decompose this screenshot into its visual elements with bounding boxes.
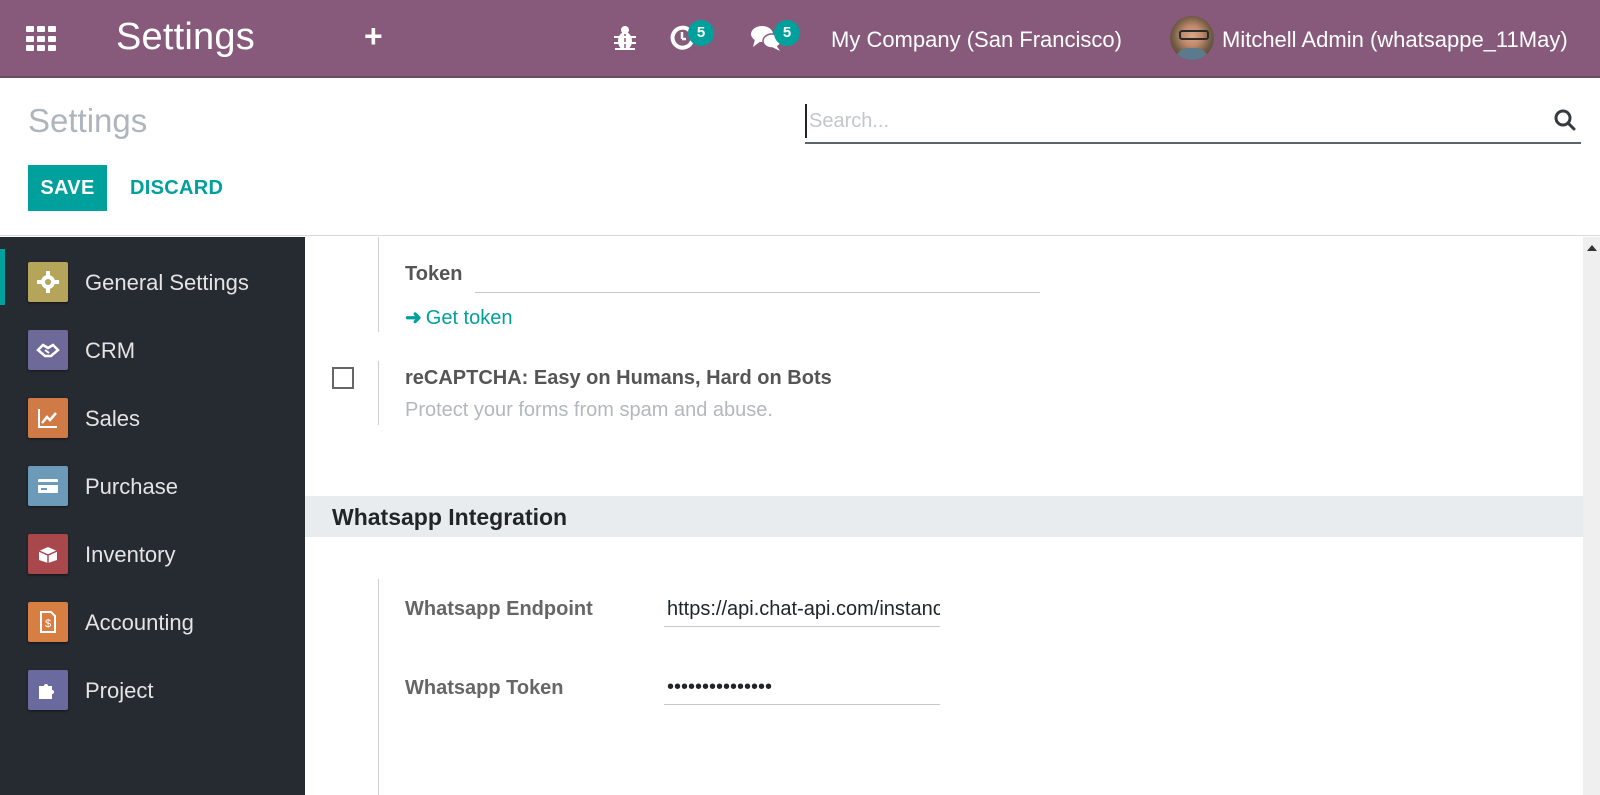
user-avatar[interactable] bbox=[1170, 16, 1214, 60]
save-button[interactable]: SAVE bbox=[28, 165, 107, 211]
debug-bug-icon[interactable] bbox=[613, 24, 637, 52]
gear-icon bbox=[28, 262, 68, 302]
sidebar-item-crm[interactable]: CRM bbox=[0, 305, 305, 373]
whatsapp-endpoint-input[interactable] bbox=[664, 593, 940, 627]
quick-create-plus-icon[interactable]: + bbox=[364, 18, 383, 55]
divider-line bbox=[378, 237, 379, 332]
search-input[interactable] bbox=[805, 104, 1525, 138]
sidebar-item-project[interactable]: Project bbox=[0, 645, 305, 713]
sidebar-item-inventory[interactable]: Inventory bbox=[0, 509, 305, 577]
app-title[interactable]: Settings bbox=[116, 16, 255, 59]
sidebar-item-sales[interactable]: Sales bbox=[0, 373, 305, 441]
content-scrollbar[interactable] bbox=[1583, 237, 1600, 795]
control-panel: Settings SAVE DISCARD bbox=[0, 80, 1600, 236]
company-switcher[interactable]: My Company (San Francisco) bbox=[831, 27, 1122, 53]
divider-line bbox=[378, 361, 379, 425]
whatsapp-token-label: Whatsapp Token bbox=[405, 677, 564, 699]
chart-line-icon bbox=[28, 398, 68, 438]
sidebar-item-label: Accounting bbox=[85, 610, 194, 635]
box-icon bbox=[28, 534, 68, 574]
messages-count-badge: 5 bbox=[774, 20, 800, 46]
sidebar-item-label: Purchase bbox=[85, 474, 178, 499]
sidebar-item-label: Project bbox=[85, 678, 154, 703]
token-input[interactable] bbox=[475, 259, 1040, 293]
sidebar-item-accounting[interactable]: $ Accounting bbox=[0, 577, 305, 645]
settings-sidebar: General Settings CRM Sales Purchase Inve… bbox=[0, 237, 305, 795]
get-token-label: Get token bbox=[425, 307, 513, 329]
section-title: Whatsapp Integration bbox=[332, 504, 568, 530]
whatsapp-section-header: Whatsapp Integration bbox=[305, 496, 1583, 537]
token-label: Token bbox=[405, 263, 463, 285]
activity-count-badge: 5 bbox=[688, 20, 714, 46]
user-menu[interactable]: Mitchell Admin (whatsappe_11May) bbox=[1222, 27, 1568, 53]
recaptcha-checkbox[interactable] bbox=[332, 367, 354, 389]
sidebar-item-label: Inventory bbox=[85, 542, 176, 567]
sidebar-item-purchase[interactable]: Purchase bbox=[0, 441, 305, 509]
puzzle-icon bbox=[28, 670, 68, 710]
sidebar-item-label: Sales bbox=[85, 406, 141, 431]
whatsapp-endpoint-label: Whatsapp Endpoint bbox=[405, 598, 593, 620]
sidebar-item-label: General Settings bbox=[85, 270, 249, 295]
svg-text:$: $ bbox=[45, 618, 51, 630]
recaptcha-description: Protect your forms from spam and abuse. bbox=[405, 399, 773, 421]
invoice-icon: $ bbox=[28, 602, 68, 642]
breadcrumb: Settings bbox=[28, 102, 148, 139]
sidebar-item-label: CRM bbox=[85, 338, 136, 363]
credit-card-icon bbox=[28, 466, 68, 506]
sidebar-item-general-settings[interactable]: General Settings bbox=[0, 237, 305, 305]
scroll-up-arrow-icon[interactable] bbox=[1587, 245, 1597, 251]
discard-button[interactable]: DISCARD bbox=[130, 165, 223, 211]
divider-line bbox=[378, 579, 379, 795]
apps-menu-icon[interactable] bbox=[26, 26, 58, 52]
handshake-icon bbox=[28, 330, 68, 370]
get-token-link[interactable]: ➜ Get token bbox=[405, 305, 512, 330]
arrow-right-icon: ➜ bbox=[405, 307, 422, 329]
search-bar bbox=[805, 100, 1581, 144]
search-icon[interactable] bbox=[1553, 108, 1577, 132]
top-navbar: Settings + 5 5 My Company (San Francisco… bbox=[0, 0, 1600, 78]
whatsapp-token-input[interactable] bbox=[664, 671, 940, 705]
settings-content: Token ➜ Get token reCAPTCHA: Easy on Huma… bbox=[305, 237, 1583, 795]
recaptcha-title: reCAPTCHA: Easy on Humans, Hard on Bots bbox=[405, 367, 832, 389]
